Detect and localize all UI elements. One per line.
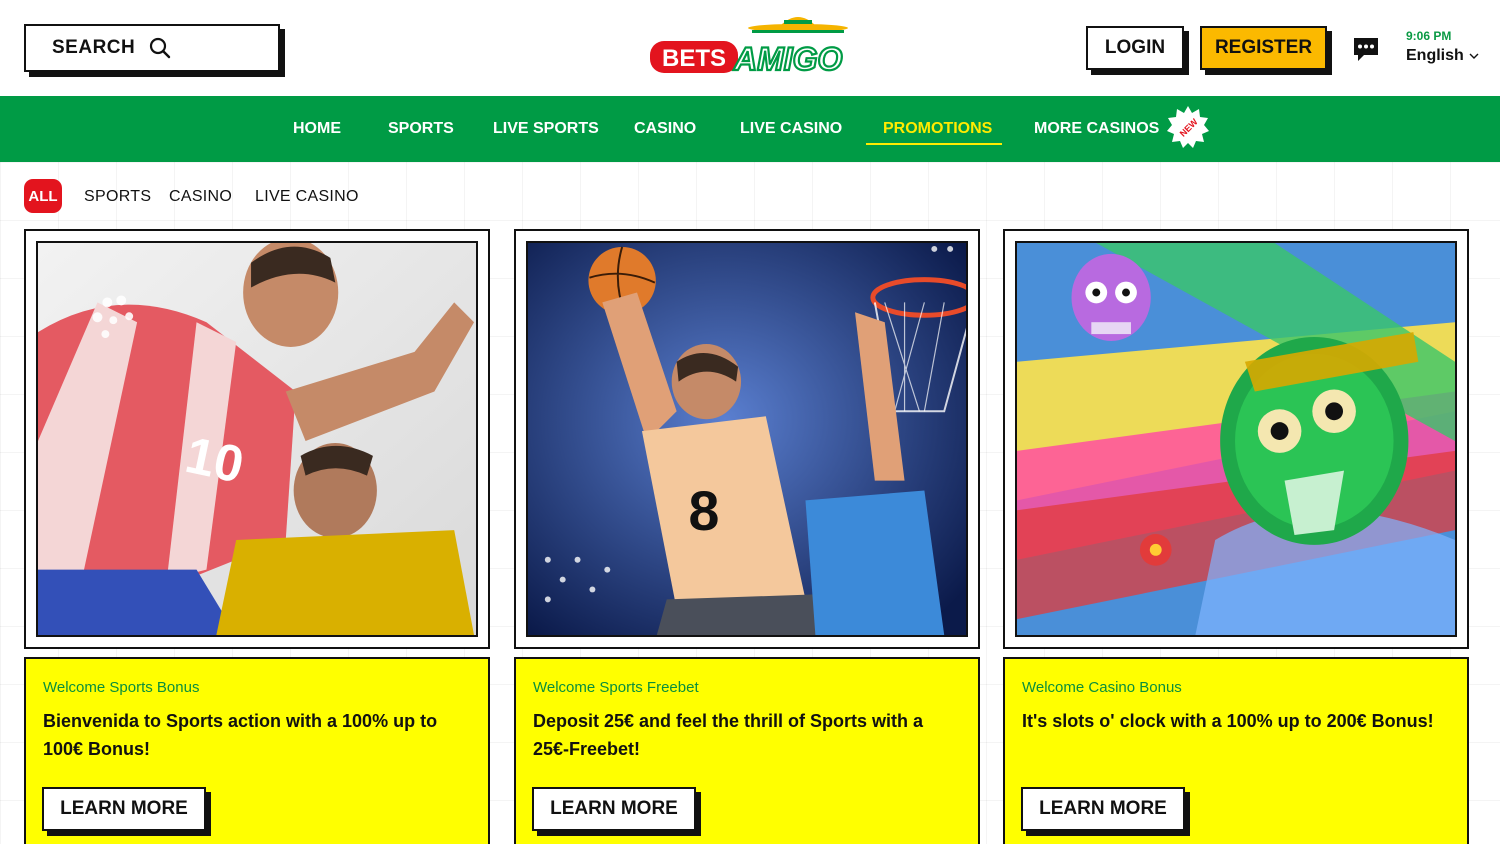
learn-more-button[interactable]: LEARN MORE [42,787,206,831]
filter-tab-live-casino[interactable]: LIVE CASINO [255,188,359,206]
nav-item-live-sports[interactable]: LIVE SPORTS [493,96,599,162]
promo-tag: Welcome Sports Freebet [533,679,699,696]
promo-card-body: Welcome Sports Bonus Bienvenida to Sport… [24,657,490,844]
main-nav: HOME SPORTS LIVE SPORTS CASINO LIVE CASI… [0,96,1500,162]
learn-more-button[interactable]: LEARN MORE [532,787,696,831]
filter-tab-casino[interactable]: CASINO [169,188,232,206]
nav-item-promotions[interactable]: PROMOTIONS [883,96,992,162]
sombrero-icon [748,17,848,33]
nav-item-more-casinos[interactable]: MORE CASINOS [1034,96,1159,162]
promo-title: Deposit 25€ and feel the thrill of Sport… [533,711,924,759]
language-label: English [1406,47,1464,64]
site-logo[interactable]: BETS AMIGO [648,10,852,76]
promo-image-basketball: 8 [526,241,968,637]
nav-item-casino[interactable]: CASINO [634,96,696,162]
register-button[interactable]: REGISTER [1200,26,1327,70]
active-nav-underline [866,143,1002,145]
nav-item-sports[interactable]: SPORTS [388,96,454,162]
chevron-down-icon [1469,53,1479,59]
nav-item-live-casino[interactable]: LIVE CASINO [740,96,842,162]
purple-skull-icon [1071,253,1151,341]
site-header: SEARCH BETS AMIGO LOGIN REGISTER 9:06 PM… [0,0,1500,96]
search-icon [150,37,171,59]
jersey-number-10: 10 [181,425,249,494]
clock-time: 9:06 PM [1406,29,1452,43]
promo-tag: Welcome Casino Bonus [1022,679,1182,696]
promo-title: Bienvenida to Sports action with a 100% … [43,711,438,759]
search-label: SEARCH [52,37,136,58]
filter-tab-sports[interactable]: SPORTS [84,188,151,206]
new-badge-icon: NEW [1167,106,1209,148]
login-button[interactable]: LOGIN [1086,26,1184,70]
search-box[interactable]: SEARCH [24,24,280,72]
learn-more-button[interactable]: LEARN MORE [1021,787,1185,831]
promo-card-body: Welcome Sports Freebet Deposit 25€ and f… [514,657,980,844]
promo-tag: Welcome Sports Bonus [43,679,200,696]
filter-tab-all[interactable]: ALL [24,179,62,213]
jersey-number-8: 8 [689,480,720,542]
promo-image-casino-skulls [1015,241,1457,637]
promo-card-image-frame[interactable] [1003,229,1469,649]
promo-card-body: Welcome Casino Bonus It's slots o' clock… [1003,657,1469,844]
promo-card-image-frame[interactable]: 8 [514,229,980,649]
language-select[interactable]: English [1406,47,1479,65]
promo-image-football: 10 [36,241,478,637]
chat-icon[interactable] [1352,35,1380,63]
promo-title: It's slots o' clock with a 100% up to 20… [1022,711,1434,731]
promo-card-image-frame[interactable]: 10 [24,229,490,649]
logo-text-bets: BETS [662,45,726,72]
logo-text-amigo: AMIGO [733,41,843,76]
nav-item-home[interactable]: HOME [293,96,341,162]
